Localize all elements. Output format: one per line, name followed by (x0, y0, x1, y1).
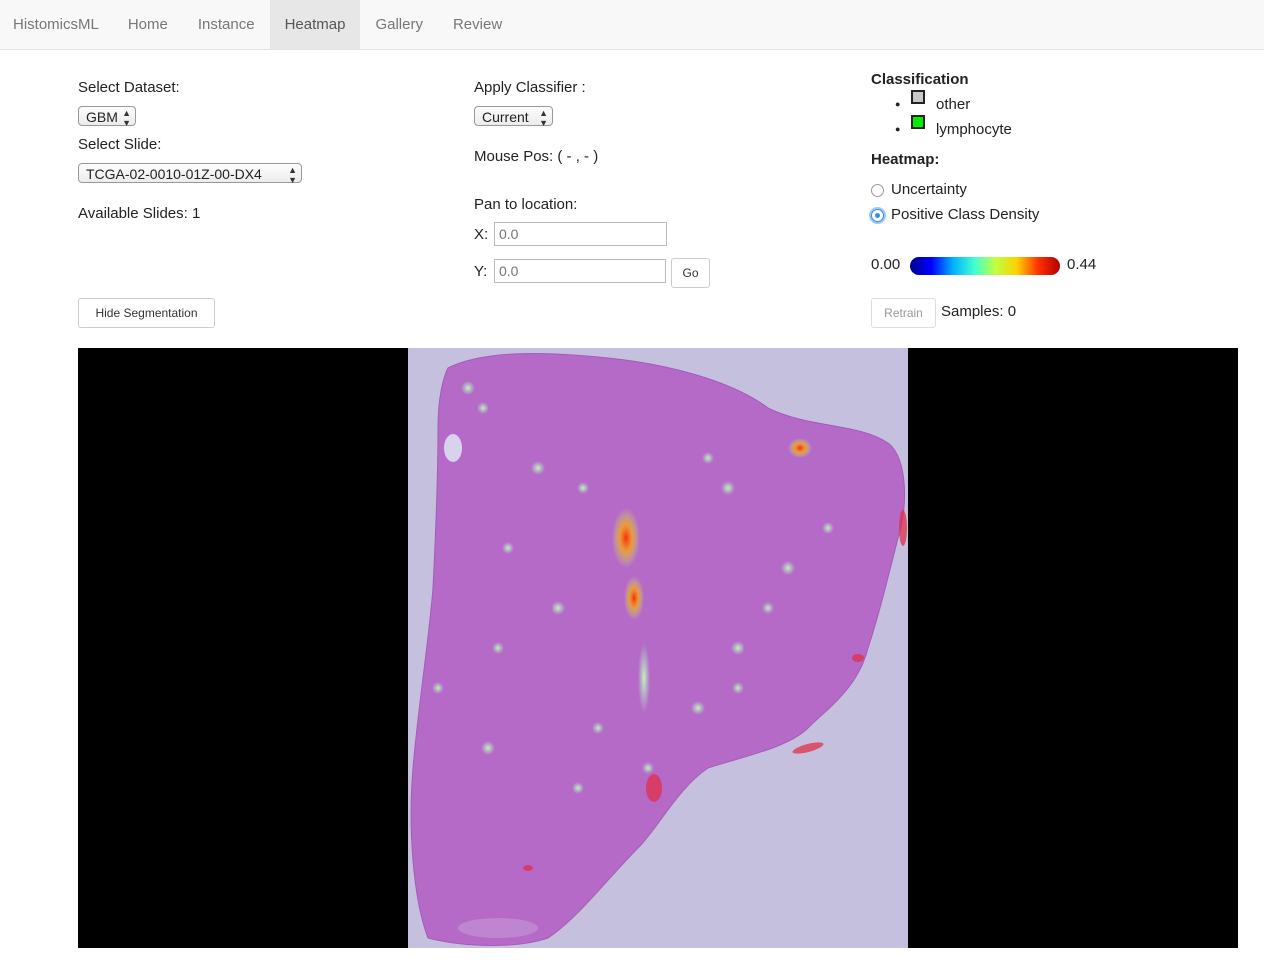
slide-viewer[interactable] (78, 348, 1238, 948)
dataset-select[interactable]: GBM ▲ ▼ (78, 106, 136, 128)
classifier-label: Apply Classifier : (474, 79, 586, 96)
brand-link[interactable]: HistomicsML (0, 0, 113, 49)
slide-image[interactable] (408, 348, 908, 948)
select-arrows-icon: ▲ ▼ (539, 108, 548, 128)
density-streak (638, 643, 650, 713)
classifier-select[interactable]: Current ▲ ▼ (474, 106, 553, 128)
hide-segmentation-button[interactable]: Hide Segmentation (78, 298, 215, 328)
dataset-label: Select Dataset: (78, 79, 180, 96)
slide-label: Select Slide: (78, 136, 162, 153)
retrain-button[interactable]: Retrain (871, 298, 936, 328)
select-arrows-icon: ▲ ▼ (288, 165, 297, 185)
select-arrows-icon: ▲ ▼ (122, 108, 131, 128)
positive-density-label: Positive Class Density (891, 206, 1040, 223)
pan-y-label: Y: (474, 263, 488, 280)
density-hotspot (788, 438, 812, 458)
density-hotspot (612, 508, 640, 568)
class-color-swatch (911, 90, 925, 104)
slide-select[interactable]: TCGA-02-0010-01Z-00-DX4 ▲ ▼ (78, 163, 302, 185)
pan-x-input[interactable] (494, 222, 667, 246)
legend-label: lymphocyte (936, 121, 1012, 138)
nav-heatmap[interactable]: Heatmap (269, 0, 361, 49)
class-color-swatch (911, 115, 925, 129)
density-hotspot (624, 576, 644, 620)
uncertainty-radio[interactable] (871, 184, 884, 197)
colorbar-min-label: 0.00 (871, 256, 901, 273)
colorbar-max-label: 0.44 (1067, 256, 1097, 273)
slide-select-value: TCGA-02-0010-01Z-00-DX4 (86, 166, 262, 182)
bullet-icon: ● (895, 99, 901, 109)
mouse-position-text: Mouse Pos: ( - , - ) (474, 148, 599, 165)
dataset-select-value: GBM (86, 109, 118, 125)
nav-home[interactable]: Home (113, 0, 183, 49)
bullet-icon: ● (895, 124, 901, 134)
pan-x-label: X: (474, 226, 489, 243)
positive-density-radio[interactable] (871, 209, 884, 222)
available-slides-text: Available Slides: 1 (78, 205, 201, 222)
classification-title: Classification (871, 71, 969, 88)
tissue-hole (444, 434, 462, 462)
nav-gallery[interactable]: Gallery (360, 0, 438, 49)
nav-review[interactable]: Review (438, 0, 517, 49)
samples-count-text: Samples: 0 (941, 303, 1017, 320)
heatmap-title: Heatmap: (871, 151, 940, 168)
legend-label: other (936, 96, 971, 113)
top-navbar: HistomicsML Home Instance Heatmap Galler… (0, 0, 1264, 50)
pan-location-label: Pan to location: (474, 196, 578, 213)
uncertainty-label: Uncertainty (891, 181, 967, 198)
classifier-select-value: Current (482, 109, 529, 125)
nav-instance[interactable]: Instance (183, 0, 270, 49)
go-button[interactable]: Go (671, 258, 710, 288)
pan-y-input[interactable] (494, 259, 666, 283)
heatmap-colorbar (910, 257, 1060, 275)
tissue-edge (458, 918, 538, 938)
